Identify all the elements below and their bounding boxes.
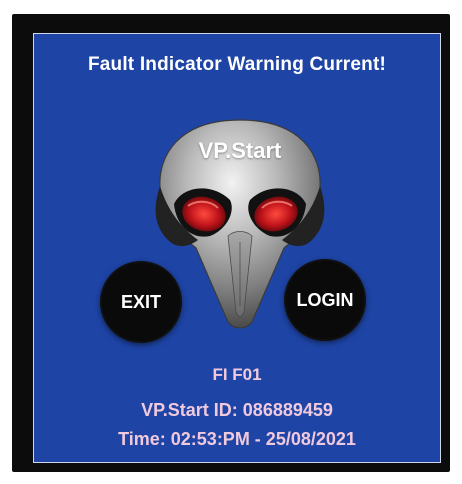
exit-button-label: EXIT bbox=[120, 291, 161, 312]
logo-text: VP.Start bbox=[198, 138, 282, 163]
fault-code: FI F01 bbox=[212, 365, 262, 384]
login-button[interactable]: LOGIN bbox=[284, 259, 366, 341]
device-id: VP.Start ID: 086889459 bbox=[141, 400, 333, 420]
exit-button[interactable]: EXIT bbox=[100, 261, 182, 343]
fault-warning-screen: Fault Indicator Warning Current! VP.Star… bbox=[33, 33, 441, 463]
login-button-label: LOGIN bbox=[296, 289, 354, 310]
warning-title: Fault Indicator Warning Current! bbox=[87, 54, 387, 75]
timestamp: Time: 02:53:PM - 25/08/2021 bbox=[118, 429, 356, 449]
